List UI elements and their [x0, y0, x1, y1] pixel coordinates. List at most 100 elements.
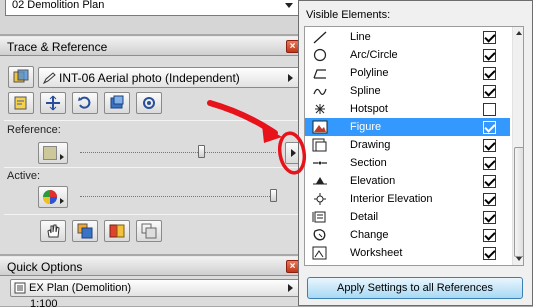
outline-button[interactable] [136, 220, 162, 242]
list-item[interactable]: Change [305, 226, 510, 244]
list-item-label: Spline [350, 85, 381, 97]
list-item-label: Change [350, 229, 389, 241]
spline-icon [313, 88, 327, 95]
rotate-icon [78, 96, 91, 109]
circle-icon [313, 48, 327, 62]
view-select[interactable]: EX Plan (Demolition) [10, 279, 300, 297]
list-item[interactable]: Elevation [305, 172, 510, 190]
plan-select-value: 02 Demolition Plan [12, 0, 105, 11]
move-reference-button[interactable] [40, 92, 66, 114]
list-item-label: Drawing [350, 139, 391, 151]
reference-color-button[interactable] [38, 142, 68, 164]
outline-icon [141, 223, 157, 239]
chevron-right-icon [288, 74, 293, 82]
color-wheel-icon [43, 190, 57, 204]
visible-elements-popup: Visible Elements: Line Arc/Circle Polyline… [298, 0, 533, 306]
move-icon [46, 95, 60, 111]
list-item[interactable]: Interior Elevation [305, 190, 510, 208]
visibility-checkbox[interactable] [483, 85, 496, 98]
layers-icon [13, 69, 29, 83]
list-item-label: Detail [350, 211, 379, 223]
list-item-label: Hotspot [350, 103, 388, 115]
list-item[interactable]: Detail [305, 208, 510, 226]
active-slider-track[interactable] [80, 196, 276, 197]
list-item[interactable]: Drawing [305, 136, 510, 154]
active-slider-thumb[interactable] [270, 189, 277, 202]
hand-icon [47, 224, 60, 238]
list-item-label: Arc/Circle [350, 49, 398, 61]
scroll-up-icon[interactable] [516, 31, 522, 35]
visibility-checkbox[interactable] [483, 193, 496, 206]
divider [4, 214, 299, 215]
visibility-checkbox[interactable] [483, 175, 496, 188]
reference-select-value: INT-06 Aerial photo (Independent) [59, 71, 240, 85]
change-icon [313, 229, 326, 241]
list-item-label: Polyline [350, 67, 389, 79]
detail-icon [312, 211, 326, 223]
chevron-down-icon [285, 3, 293, 8]
overlay-icon [77, 223, 93, 239]
visibility-checkbox[interactable] [483, 139, 496, 152]
view-icon [14, 282, 26, 294]
compare-button[interactable] [104, 220, 130, 242]
mirror-icon [110, 95, 124, 109]
reference-layer-button[interactable] [8, 66, 34, 88]
apply-settings-button[interactable]: Apply Settings to all References [307, 277, 523, 299]
list-item-label: Figure [350, 121, 382, 133]
visibility-checkbox[interactable] [483, 121, 496, 134]
top-strip: 02 Demolition Plan [0, 0, 303, 34]
scrollbar-thumb[interactable] [514, 147, 523, 257]
list-item[interactable]: Hotspot [305, 100, 510, 118]
visibility-checkbox[interactable] [483, 49, 496, 62]
polyline-icon [313, 69, 326, 79]
visibility-checkbox[interactable] [483, 103, 496, 116]
popup-title: Visible Elements: [306, 9, 391, 21]
active-color-button[interactable] [38, 186, 68, 208]
color-swatch [43, 146, 57, 160]
palette-titlebar[interactable]: Quick Options × [0, 256, 303, 276]
reset-icon [143, 97, 155, 109]
list-item-label: Line [350, 31, 371, 43]
visibility-checkbox[interactable] [483, 157, 496, 170]
list-item[interactable]: Line [305, 28, 510, 46]
list-item-label: Section [350, 157, 387, 169]
list-item-label: Worksheet [350, 247, 403, 259]
visibility-checkbox[interactable] [483, 31, 496, 44]
view-select-value: EX Plan (Demolition) [29, 282, 132, 294]
list-item[interactable]: Spline [305, 82, 510, 100]
annotation-arrow-icon [207, 100, 307, 175]
pencil-icon [43, 72, 56, 84]
reference-select[interactable]: INT-06 Aerial photo (Independent) [38, 67, 300, 88]
quick-options-palette: Quick Options × EX Plan (Demolition) 1:1… [0, 256, 303, 307]
reset-reference-button[interactable] [136, 92, 162, 114]
elevation-icon [313, 177, 327, 185]
figure-icon [312, 120, 328, 134]
swap-button[interactable] [72, 220, 98, 242]
list-item[interactable]: Section [305, 154, 510, 172]
hotspot-icon [315, 104, 325, 114]
scrollbar[interactable] [512, 27, 523, 265]
list-item[interactable]: Arc/Circle [305, 46, 510, 64]
section-icon [313, 161, 327, 165]
mirror-reference-button[interactable] [104, 92, 130, 114]
list-item[interactable]: Worksheet [305, 244, 510, 262]
visibility-checkbox[interactable] [483, 229, 496, 242]
scroll-down-icon[interactable] [516, 257, 522, 261]
line-icon [313, 31, 327, 44]
reference-icon [14, 96, 27, 110]
list-item[interactable]: Polyline [305, 64, 510, 82]
worksheet-icon [312, 246, 327, 260]
plan-select[interactable]: 02 Demolition Plan [5, 0, 300, 16]
visibility-checkbox[interactable] [483, 67, 496, 80]
palette-titlebar[interactable]: Trace & Reference × [0, 36, 303, 56]
chevron-right-icon [60, 198, 64, 204]
interior-elevation-icon [314, 193, 326, 205]
rotate-reference-button[interactable] [72, 92, 98, 114]
show-reference-button[interactable] [8, 92, 34, 114]
palette-title: Quick Options [7, 260, 83, 274]
visibility-checkbox[interactable] [483, 247, 496, 260]
palette-title: Trace & Reference [7, 40, 108, 54]
pan-button[interactable] [40, 220, 66, 242]
list-item[interactable]: Figure [305, 118, 510, 136]
visibility-checkbox[interactable] [483, 211, 496, 224]
